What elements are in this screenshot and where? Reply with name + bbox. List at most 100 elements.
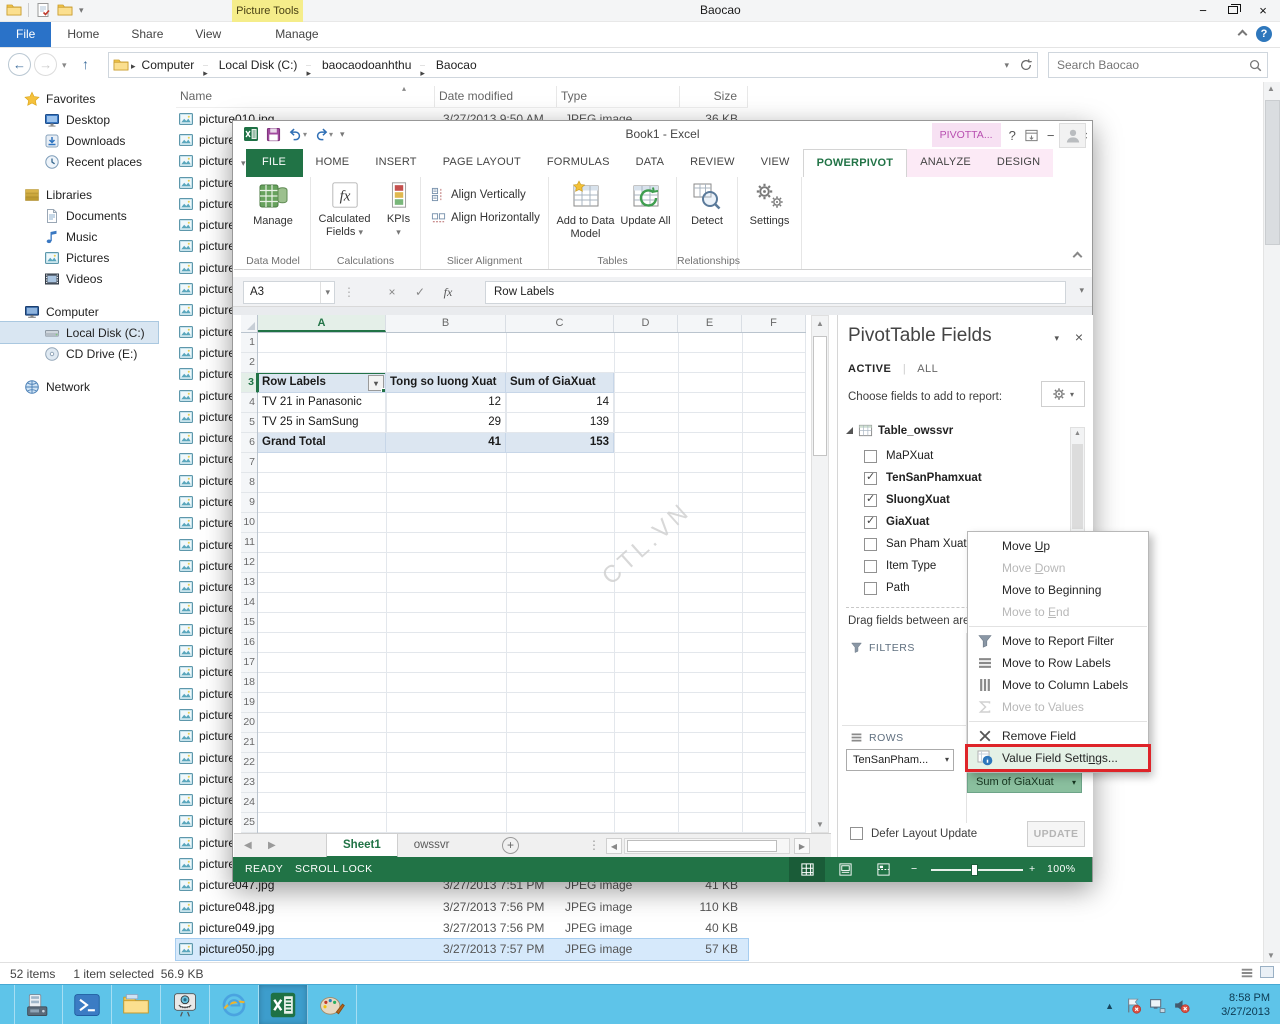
help-icon[interactable]: [1256, 26, 1272, 42]
row-header[interactable]: 13: [241, 573, 257, 593]
sidebar-item[interactable]: Recent places: [0, 151, 160, 172]
field-checkbox[interactable]: [864, 582, 877, 595]
sidebar-item[interactable]: Libraries: [0, 184, 160, 205]
formula-bar-expand-arrow[interactable]: [1079, 285, 1084, 296]
ribbon-tab[interactable]: DESIGN: [984, 149, 1053, 177]
pivottable-tools-label[interactable]: PIVOTTA...: [932, 123, 1001, 147]
pivot-cell[interactable]: 139: [506, 413, 614, 433]
breadcrumb-item[interactable]: baocaodoanhthu: [318, 58, 430, 72]
next-sheet-arrow[interactable]: [268, 840, 276, 851]
context-menu-item[interactable]: Move to End: [968, 601, 1148, 623]
previous-sheet-arrow[interactable]: [244, 840, 252, 851]
ribbon-display-options-icon[interactable]: [1024, 128, 1039, 143]
context-menu-item[interactable]: Move Down: [968, 557, 1148, 579]
user-avatar[interactable]: [1059, 123, 1086, 148]
page-layout-view-button[interactable]: [827, 857, 863, 882]
context-menu-item[interactable]: Remove Field: [968, 725, 1148, 747]
context-menu-item[interactable]: Move to Report Filter: [968, 630, 1148, 652]
refresh-icon[interactable]: [1019, 58, 1033, 72]
details-view-icon[interactable]: [1240, 966, 1254, 980]
panel-options-arrow[interactable]: [1054, 333, 1059, 344]
sidebar-item[interactable]: Videos: [0, 268, 160, 289]
column-header[interactable]: Size: [680, 86, 748, 107]
file-row[interactable]: picture050.jpg 3/27/2013 7:57 PM JPEG im…: [176, 939, 748, 960]
detect-button[interactable]: Detect: [679, 180, 735, 228]
row-header[interactable]: 14: [241, 593, 257, 613]
back-button[interactable]: [8, 53, 31, 76]
context-menu-item[interactable]: Move to Column Labels: [968, 674, 1148, 696]
row-header[interactable]: 7: [241, 453, 257, 473]
row-header[interactable]: 18: [241, 673, 257, 693]
field-item[interactable]: TenSanPhamxuat: [846, 467, 1062, 489]
column-header[interactable]: E: [678, 315, 742, 332]
pivot-cell[interactable]: 153: [506, 433, 614, 453]
scrollbar-thumb[interactable]: [627, 840, 777, 852]
column-header[interactable]: Name: [176, 86, 435, 107]
action-center-flag-icon[interactable]: [1125, 997, 1142, 1014]
select-all-corner[interactable]: [241, 315, 258, 333]
manage-button[interactable]: Manage: [241, 180, 305, 228]
ribbon-tab[interactable]: FORMULAS: [534, 149, 623, 177]
row-header[interactable]: 3: [241, 373, 258, 393]
properties-icon[interactable]: [35, 2, 51, 18]
column-header[interactable]: Date modified: [435, 86, 557, 107]
taskbar-button[interactable]: [14, 985, 63, 1024]
scrollbar-thumb[interactable]: [813, 336, 827, 456]
tray-clock[interactable]: 8:58 PM 3/27/2013: [1194, 991, 1270, 1019]
row-header[interactable]: 21: [241, 733, 257, 753]
context-menu-item[interactable]: Move to Row Labels: [968, 652, 1148, 674]
sidebar-item[interactable]: Documents: [0, 205, 160, 226]
cancel-entry-button[interactable]: [379, 281, 405, 304]
search-icon[interactable]: [1248, 58, 1263, 73]
sidebar-item[interactable]: Favorites: [0, 88, 160, 109]
ribbon-collapse-button[interactable]: [1074, 249, 1081, 263]
row-header[interactable]: 20: [241, 713, 257, 733]
field-checkbox[interactable]: [864, 472, 877, 485]
row-header[interactable]: 17: [241, 653, 257, 673]
insert-function-button[interactable]: [435, 281, 461, 304]
breadcrumb-item[interactable]: Baocao: [432, 58, 481, 72]
taskbar-button[interactable]: [210, 985, 259, 1024]
ribbon-tab[interactable]: FILE: [246, 149, 303, 177]
row-header[interactable]: 4: [241, 393, 257, 413]
sidebar-item[interactable]: Local Disk (C:): [0, 322, 158, 343]
sidebar-item[interactable]: CD Drive (E:): [0, 343, 160, 364]
new-folder-icon[interactable]: [57, 2, 73, 18]
scrollbar-thumb[interactable]: [1072, 444, 1083, 529]
name-box[interactable]: A3: [243, 281, 335, 304]
sidebar-item[interactable]: Pictures: [0, 247, 160, 268]
ribbon-tab[interactable]: POWERPIVOT: [803, 149, 908, 177]
scroll-up-icon[interactable]: [1074, 430, 1081, 437]
column-header[interactable]: A: [258, 315, 386, 332]
sidebar-item[interactable]: Network: [0, 376, 160, 397]
restore-button[interactable]: [1218, 0, 1248, 20]
hscroll-right-arrow[interactable]: [794, 838, 810, 854]
update-all-button[interactable]: Update All: [620, 180, 672, 241]
row-header[interactable]: 22: [241, 753, 257, 773]
search-box[interactable]: [1048, 52, 1268, 78]
pivot-cell[interactable]: TV 21 in Panasonic: [258, 393, 386, 413]
pivot-cell[interactable]: 29: [386, 413, 506, 433]
tools-button[interactable]: [1041, 381, 1085, 407]
zoom-level[interactable]: 100%: [1047, 857, 1075, 882]
row-header[interactable]: 12: [241, 553, 257, 573]
scroll-down-icon[interactable]: [816, 820, 824, 829]
rows-area-field[interactable]: TenSanPham...: [846, 749, 954, 771]
row-header[interactable]: 24: [241, 793, 257, 813]
page-break-view-button[interactable]: [865, 857, 901, 882]
row-header[interactable]: 6: [241, 433, 257, 453]
grid-vertical-scrollbar[interactable]: [811, 315, 829, 833]
values-area-field[interactable]: Sum of GiaXuat: [967, 772, 1082, 793]
picture-tools-contextual-tab[interactable]: Picture Tools: [232, 0, 303, 22]
tab-active[interactable]: ACTIVE: [848, 363, 891, 375]
enter-entry-button[interactable]: [407, 281, 433, 304]
name-box-arrow[interactable]: [320, 282, 330, 303]
row-header[interactable]: 8: [241, 473, 257, 493]
ribbon-tab[interactable]: DATA: [623, 149, 678, 177]
tray-expand-icon[interactable]: [1105, 1001, 1114, 1011]
zoom-out-button[interactable]: [911, 857, 918, 882]
taskbar-button[interactable]: [308, 985, 357, 1024]
column-header[interactable]: C: [506, 315, 614, 332]
formula-input[interactable]: Row Labels: [485, 281, 1066, 304]
field-item[interactable]: GiaXuat: [846, 511, 1062, 533]
